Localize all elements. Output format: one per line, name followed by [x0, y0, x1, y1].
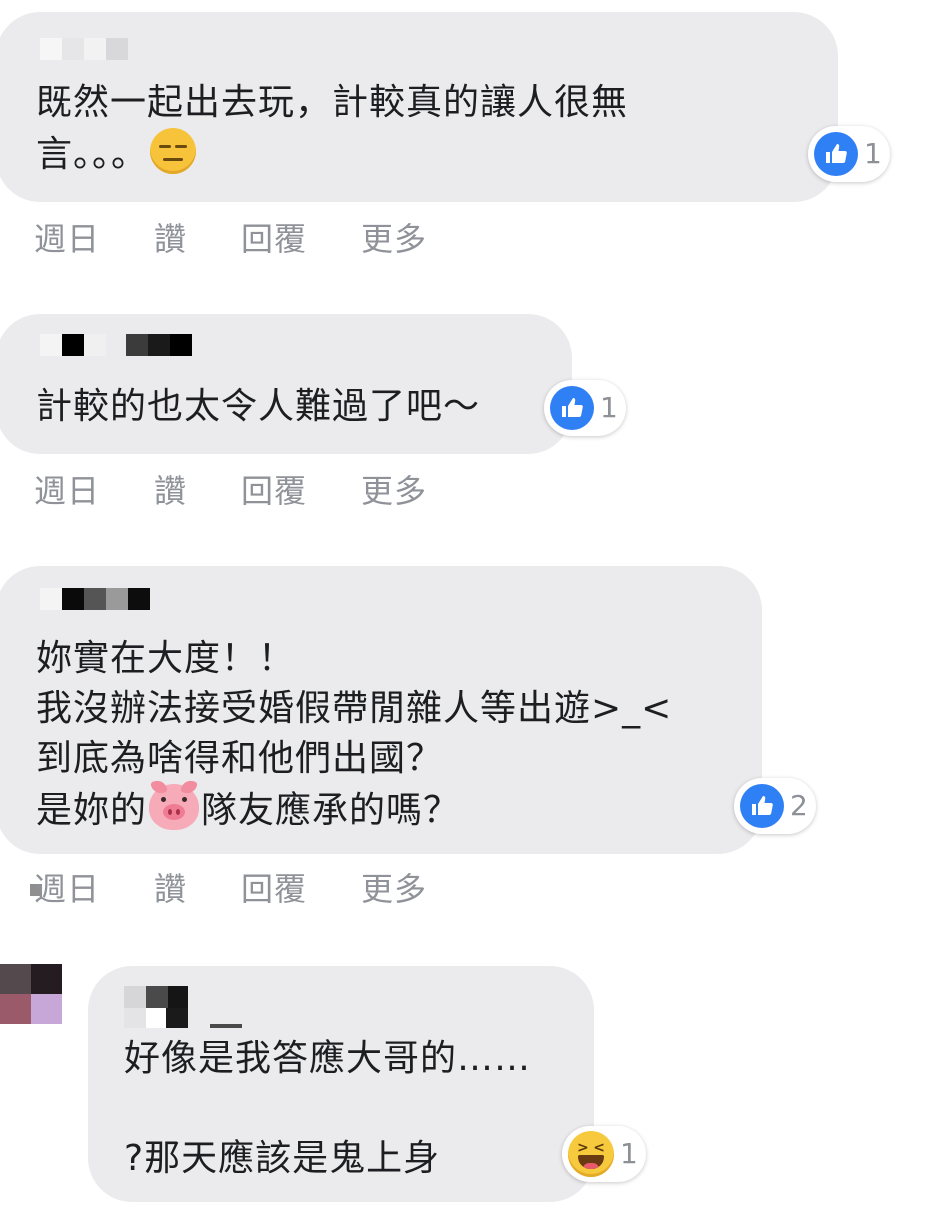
like-icon: [814, 132, 858, 176]
comment-text: 好像是我答應大哥的…… ?那天應該是鬼上身: [124, 1034, 531, 1184]
comment-text: 既然一起出去玩，計較真的讓人很無 言。。。: [36, 78, 628, 180]
comment-line: 計較的也太令人難過了吧～: [36, 386, 481, 427]
commenter-name-redacted[interactable]: [40, 38, 128, 60]
comment-text: 妳實在大度！！ 我沒辦法接受婚假帶閒雜人等出遊>_< 到底為啥得和他們出國？ 是…: [36, 634, 672, 836]
pig-face-emoji-icon: [149, 784, 200, 830]
comment-line: 是妳的 隊友應承的嗎？: [36, 784, 672, 836]
reaction-count: 1: [600, 391, 618, 424]
comment-line: 好像是我答應大哥的……: [124, 1038, 532, 1079]
comment-actions: 週日 讚 回覆 更多: [34, 466, 481, 512]
timestamp-link[interactable]: 週日: [34, 466, 100, 512]
comment-text: 計較的也太令人難過了吧～: [36, 382, 480, 432]
like-button[interactable]: 讚: [154, 466, 187, 512]
reaction-summary[interactable]: 1: [562, 1126, 646, 1182]
reaction-summary[interactable]: 2: [734, 778, 816, 834]
comment-line: ?那天應該是鬼上身: [124, 1138, 441, 1179]
commenter-name-redacted[interactable]: [40, 334, 192, 356]
name-redaction-fragment: [124, 1008, 188, 1028]
reaction-summary[interactable]: 1: [544, 380, 626, 436]
reaction-count: 2: [790, 789, 808, 822]
reaction-count: 1: [864, 137, 882, 170]
timestamp-link[interactable]: 週日: [34, 864, 100, 910]
reaction-count: 1: [620, 1137, 638, 1170]
comment-line: 既然一起出去玩，計較真的讓人很無: [36, 82, 629, 123]
like-icon: [740, 784, 784, 828]
reply-button[interactable]: 回覆: [241, 214, 307, 260]
more-button[interactable]: 更多: [361, 214, 427, 260]
more-button[interactable]: 更多: [361, 466, 427, 512]
more-button[interactable]: 更多: [361, 864, 427, 910]
like-button[interactable]: 讚: [154, 214, 187, 260]
reply-button[interactable]: 回覆: [241, 466, 307, 512]
comment-actions: 週日 讚 回覆 更多: [34, 214, 481, 260]
avatar[interactable]: [0, 964, 62, 1024]
timestamp-link[interactable]: 週日: [34, 214, 100, 260]
haha-icon: [568, 1131, 614, 1177]
expressionless-emoji-icon: [150, 128, 197, 174]
reaction-summary[interactable]: 1: [808, 126, 890, 182]
like-button[interactable]: 讚: [154, 864, 187, 910]
comment-line: 妳實在大度！！: [36, 638, 296, 679]
comment-line: 言。。。: [36, 128, 628, 180]
comment-line: 到底為啥得和他們出國？: [36, 738, 444, 779]
comment-line: 我沒辦法接受婚假帶閒雜人等出遊>_<: [36, 688, 673, 729]
name-redaction-fragment: [210, 1024, 242, 1028]
comment-actions: 週日 讚 回覆 更多: [34, 864, 481, 910]
commenter-name-redacted[interactable]: [40, 588, 150, 610]
like-icon: [550, 386, 594, 430]
reply-button[interactable]: 回覆: [241, 864, 307, 910]
commenter-name-redacted[interactable]: [124, 986, 188, 1008]
